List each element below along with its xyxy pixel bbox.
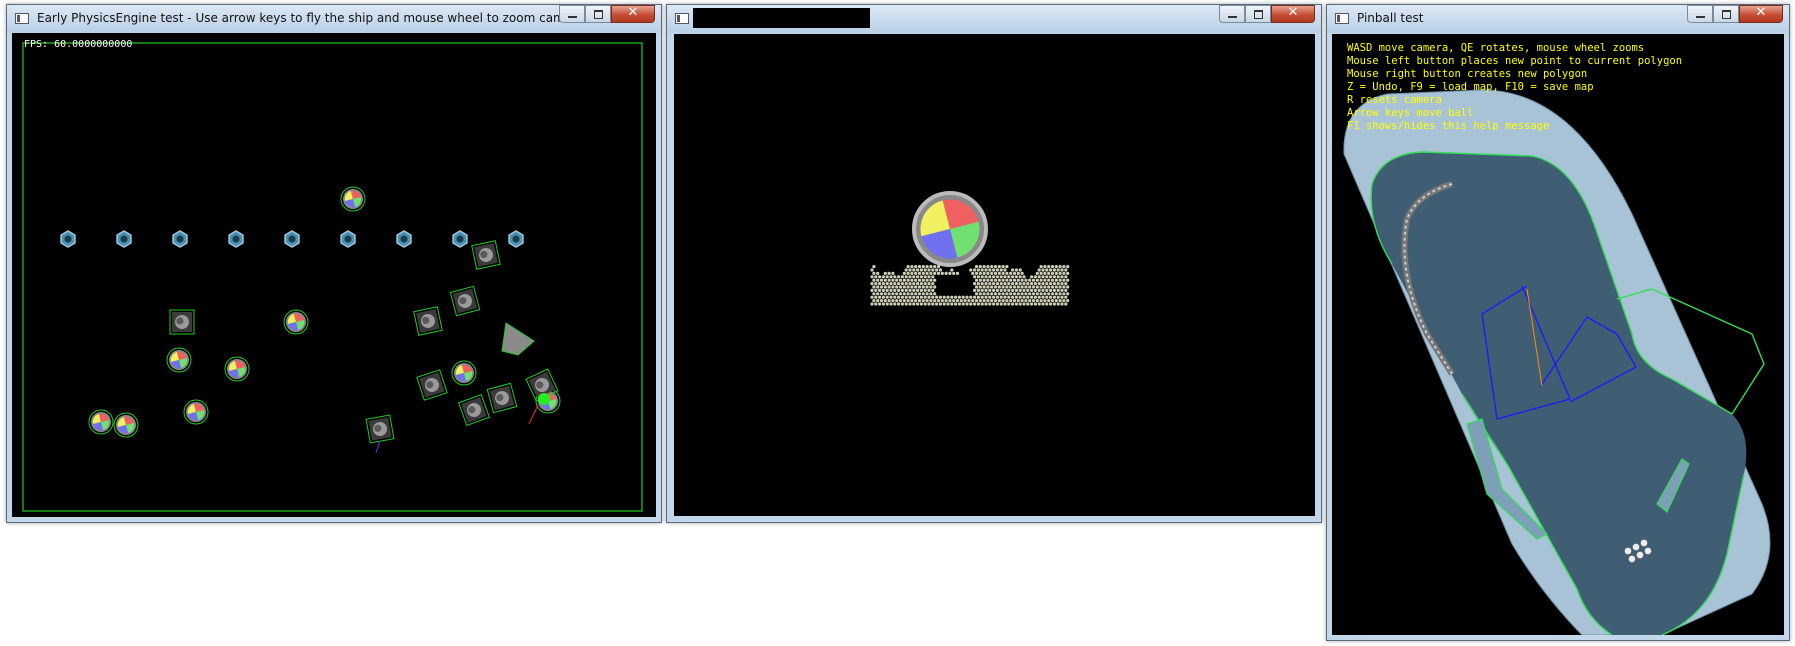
app-window-icon[interactable] [15,13,29,24]
pinball-window: Pinball test ✕ WASD move camera, QE rota… [1326,4,1790,641]
close-icon: ✕ [1287,5,1299,20]
help-line: R resets camera [1347,94,1442,106]
window-controls: ✕ [559,5,655,25]
ship-thruster [538,393,550,405]
physics-scene [22,42,643,512]
close-button[interactable]: ✕ [1271,5,1315,23]
physics-viewport[interactable]: FPS: 60.0000000000 [12,33,656,517]
ball [183,399,209,425]
help-overlay: WASD move camera, QE rotates, mouse whee… [1347,42,1682,133]
maximize-button[interactable] [585,5,611,23]
redacted-title [693,8,870,28]
debug-vector [375,440,381,454]
help-line: Mouse left button places new point to cu… [1347,55,1683,67]
pinball-ball [1628,555,1636,563]
pinball-ball [1644,547,1652,555]
minimize-button[interactable] [1687,5,1713,23]
pinball-ball [1636,551,1644,559]
hex-block [340,230,356,248]
pinball-viewport[interactable]: WASD move camera, QE rotates, mouse whee… [1332,34,1784,635]
hex-block [284,230,300,248]
crate [365,414,395,444]
close-icon: ✕ [627,5,639,20]
debug-vector [528,404,539,425]
hex-block [396,230,412,248]
crate [486,382,518,414]
ball [283,309,309,335]
window-controls: ✕ [1687,5,1783,25]
pinball-ball [1624,547,1632,555]
help-line: F1 shows/hides this help message [1347,120,1550,132]
particles-window: ✕ [666,4,1322,523]
crate [169,309,195,335]
crate [413,306,443,336]
maximize-button[interactable] [1713,5,1739,23]
hex-block [508,230,524,248]
world-boundary [22,42,643,512]
hex-block [228,230,244,248]
pinball-ball [1632,543,1640,551]
window-controls: ✕ [1219,5,1315,25]
crate [457,393,491,427]
crate [471,240,501,270]
hex-block [60,230,76,248]
particles-scene [870,191,1070,306]
help-line: Mouse right button creates new polygon [1347,68,1588,80]
ball [340,186,366,212]
help-line: WASD move camera, QE rotates, mouse whee… [1347,42,1645,54]
help-line: Z = Undo, F9 = load map, F10 = save map [1347,81,1594,93]
particles-viewport[interactable] [674,34,1315,516]
window-title: Early PhysicsEngine test - Use arrow key… [37,11,585,25]
crate [449,285,481,317]
particle-pile [870,265,1070,306]
hex-block [172,230,188,248]
titlebar[interactable]: Early PhysicsEngine test - Use arrow key… [7,5,661,33]
maximize-button[interactable] [1245,5,1271,23]
close-button[interactable]: ✕ [611,5,655,23]
help-line: Arrow keys move ball [1347,107,1474,119]
ball [88,409,114,435]
ball [113,412,139,438]
ball [224,356,250,382]
close-button[interactable]: ✕ [1739,5,1783,23]
app-window-icon[interactable] [675,13,689,24]
ball [451,360,477,386]
titlebar[interactable]: ✕ [667,5,1321,33]
physics-engine-window: Early PhysicsEngine test - Use arrow key… [6,4,662,523]
titlebar[interactable]: Pinball test ✕ [1327,5,1789,33]
minimize-button[interactable] [559,5,585,23]
minimize-button[interactable] [1219,5,1245,23]
pinball-ball [1640,539,1648,547]
hex-block [452,230,468,248]
fps-counter: FPS: 60.0000000000 [24,39,133,50]
ball [166,347,192,373]
hex-block [116,230,132,248]
window-title: Pinball test [1357,11,1424,25]
close-icon: ✕ [1755,5,1767,20]
app-window-icon[interactable] [1335,13,1349,24]
ship [501,322,535,356]
crate [416,369,448,401]
